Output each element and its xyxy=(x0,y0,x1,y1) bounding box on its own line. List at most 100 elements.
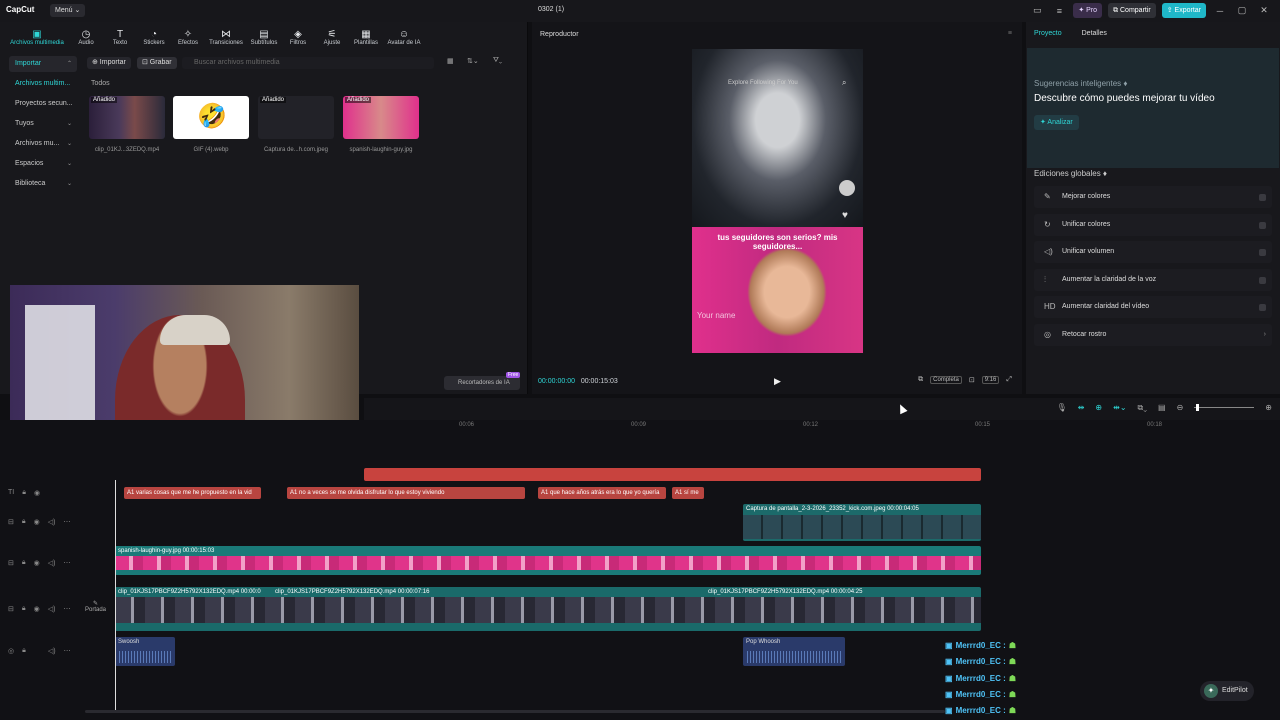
split-icon[interactable]: ⧉⌄ xyxy=(1138,403,1148,413)
sidenav-spaces[interactable]: Espacios ⌄ xyxy=(9,156,77,172)
tool-stickers[interactable]: ◔ Stickers xyxy=(138,22,170,46)
toggle[interactable] xyxy=(1259,249,1266,256)
cover-button[interactable]: ✎ Portada xyxy=(85,600,106,613)
sort-icon[interactable]: ⇅⌄ xyxy=(467,57,479,65)
subtitle-clip[interactable]: A1 varias cosas que me he propuesto en l… xyxy=(124,487,261,499)
menu-button[interactable]: Menú ⌄ xyxy=(50,4,86,17)
crop-icon[interactable]: ⧉ xyxy=(918,376,923,384)
magnet-icon[interactable]: ⊕ xyxy=(1095,403,1102,413)
eye-icon[interactable]: ◉ xyxy=(34,518,40,526)
export-button[interactable]: ⇪ Exportar xyxy=(1161,3,1206,18)
tab-details[interactable]: Detalles xyxy=(1082,30,1107,37)
edit-unify-colors[interactable]: ↻ Unificar colores xyxy=(1034,214,1272,236)
more-icon[interactable]: ⋯ xyxy=(63,518,70,526)
screenshot-clip[interactable]: Captura de pantalla_2-3-2026_23352_kick.… xyxy=(743,504,981,541)
tool-media[interactable]: ▣ Archivos multimedia xyxy=(6,22,68,46)
play-button[interactable]: ▶ xyxy=(774,376,781,387)
filter-all-label[interactable]: Todos xyxy=(91,80,110,87)
audio-clip-pop[interactable]: Pop Whoosh xyxy=(743,637,845,666)
zoom-out-icon[interactable]: ⊖ xyxy=(1177,403,1184,413)
sidenav-media[interactable]: Archivos multim... xyxy=(9,76,77,92)
link-icon[interactable]: ⇹ xyxy=(1078,403,1085,413)
ai-cutouts-button[interactable]: Recortadores de IA xyxy=(444,376,520,390)
media-thumb-gif[interactable]: 🤣 xyxy=(173,96,249,139)
text-track-bar[interactable] xyxy=(364,468,981,481)
analyze-button[interactable]: ✦ Analizar xyxy=(1034,115,1079,130)
media-thumb-screenshot[interactable]: Añadido xyxy=(258,96,334,139)
tool-transitions[interactable]: ⋈ Transiciones xyxy=(206,22,246,46)
filter-icon[interactable]: ⛛⌄ xyxy=(493,57,502,65)
eye-icon[interactable]: ◉ xyxy=(34,559,40,567)
zoom-in-icon[interactable]: ⊕ xyxy=(1265,403,1272,413)
sidenav-media-files[interactable]: Archivos mu... ⌄ xyxy=(9,136,77,152)
search-input[interactable]: Buscar archivos multimedia xyxy=(182,57,434,69)
tab-project[interactable]: Proyecto xyxy=(1034,30,1062,37)
record-button[interactable]: ⊡ Grabar xyxy=(137,57,177,69)
fullscreen-icon[interactable]: ⤢ xyxy=(1006,376,1012,384)
subtitle-clip[interactable]: A1 no a veces se me olvida disfrutar lo … xyxy=(287,487,525,499)
preview-icon[interactable]: ▤ xyxy=(1158,403,1166,413)
toggle[interactable] xyxy=(1259,222,1266,229)
eye-icon[interactable]: ◉ xyxy=(34,489,40,497)
tool-effects[interactable]: ✧ Efectos xyxy=(172,22,204,46)
toggle[interactable] xyxy=(1259,277,1266,284)
mic-icon[interactable]: 🎙 xyxy=(1057,403,1067,413)
layout-icon[interactable]: ▭ xyxy=(1029,5,1045,16)
edit-unify-volume[interactable]: ◁) Unificar volumen xyxy=(1034,241,1272,263)
sidenav-secondary-projects[interactable]: Proyectos secun... xyxy=(9,96,77,112)
grid-view-icon[interactable]: ▦ xyxy=(447,57,454,65)
edit-enhance-colors[interactable]: ✎ Mejorar colores xyxy=(1034,186,1272,208)
sidenav-library[interactable]: Biblioteca ⌄ xyxy=(9,176,77,192)
more-icon[interactable]: ⋯ xyxy=(63,559,70,567)
more-icon[interactable]: ⋯ xyxy=(63,605,70,613)
lock-icon[interactable]: 🔒︎ xyxy=(22,605,26,613)
audio-icon[interactable]: ◁) xyxy=(48,559,56,567)
editpilot-button[interactable]: ✦ EditPilot xyxy=(1200,681,1254,701)
tool-adjust[interactable]: ⚟ Ajuste xyxy=(316,22,348,46)
zoom-slider[interactable] xyxy=(1194,404,1255,413)
edit-retouch-face[interactable]: ◎ Retocar rostro › xyxy=(1034,324,1272,346)
list-icon[interactable]: ≡ xyxy=(1051,6,1067,16)
lock-icon[interactable]: 🔒︎ xyxy=(22,518,26,526)
laugh-clip[interactable]: spanish-laughin-guy.jpg 00:00:15:03 xyxy=(115,546,981,575)
pro-button[interactable]: ✦ Pro xyxy=(1073,3,1103,18)
sidenav-import[interactable]: Importar ⌃ xyxy=(9,56,77,72)
tool-subtitles[interactable]: ▤ Subtítulos xyxy=(248,22,280,46)
ratio-button[interactable]: 9:16 xyxy=(981,376,1000,384)
main-video-clip[interactable]: clip_01KJS17PBCF9Z2H5792X132EDQ.mp4 00:0… xyxy=(115,587,981,631)
full-button[interactable]: Completa xyxy=(930,376,962,384)
audio-icon[interactable]: ◁) xyxy=(48,605,56,613)
project-title[interactable]: 0302 (1) xyxy=(538,6,564,13)
lock-icon[interactable]: 🔒︎ xyxy=(22,489,26,497)
playhead[interactable] xyxy=(115,480,116,710)
lock-icon[interactable]: 🔒︎ xyxy=(22,647,26,655)
toggle[interactable] xyxy=(1259,304,1266,311)
zoom-handle[interactable] xyxy=(1196,404,1200,411)
tool-templates[interactable]: ▦ Plantillas xyxy=(350,22,382,46)
sidenav-yours[interactable]: Tuyos ⌄ xyxy=(9,116,77,132)
import-button[interactable]: ⊕ Importar xyxy=(87,57,131,69)
minimize-button[interactable]: ─ xyxy=(1212,6,1228,16)
tool-text[interactable]: T Texto xyxy=(104,22,136,46)
audio-icon[interactable]: ◁) xyxy=(48,647,56,655)
media-thumb-laugh[interactable]: Añadido xyxy=(343,96,419,139)
eye-icon[interactable]: ◉ xyxy=(34,605,40,613)
tool-ai-avatar[interactable]: ☺ Avatar de IA xyxy=(384,22,424,46)
edit-voice-clarity[interactable]: ⫶ Aumentar la claridad de la voz xyxy=(1034,269,1272,291)
tool-audio[interactable]: ◷ Audio xyxy=(70,22,102,46)
edit-video-clarity[interactable]: HD Aumentar claridad del vídeo xyxy=(1034,296,1272,318)
menu-icon[interactable]: ≡ xyxy=(1008,30,1012,37)
more-icon[interactable]: ⋯ xyxy=(64,647,71,655)
lock-icon[interactable]: 🔒︎ xyxy=(22,559,26,567)
timeline-ruler[interactable]: 00:06 00:09 00:12 00:15 00:18 xyxy=(364,420,1280,432)
subtitle-clip[interactable]: A1 que hace años atrás era lo que yo que… xyxy=(538,487,666,499)
snap-icon[interactable]: ⇹⌄ xyxy=(1113,403,1126,413)
close-button[interactable]: ✕ xyxy=(1256,5,1272,16)
video-preview[interactable]: Explore Following For You ⌕ ♥ tus seguid… xyxy=(692,49,863,353)
subtitle-clip[interactable]: A1 sí me xyxy=(672,487,704,499)
fit-icon[interactable]: ⊡ xyxy=(969,376,975,384)
audio-clip-swoosh[interactable]: Swoosh xyxy=(115,637,175,666)
toggle[interactable] xyxy=(1259,194,1266,201)
maximize-button[interactable]: ▢ xyxy=(1234,5,1250,16)
audio-icon[interactable]: ◁) xyxy=(48,518,56,526)
